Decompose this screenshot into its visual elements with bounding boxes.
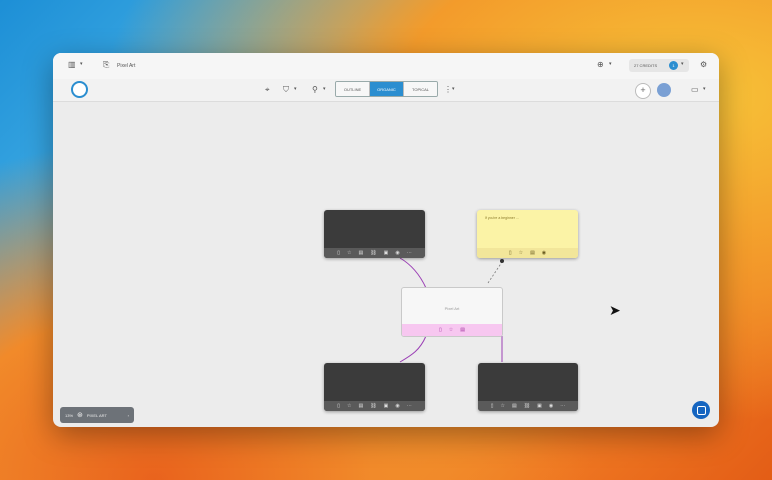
connector-top-left (399, 257, 427, 289)
star-icon[interactable]: ☆ (449, 327, 453, 333)
chevron-right-icon[interactable]: › (128, 413, 129, 418)
node-top-left[interactable]: ▯ ☆ ▤ ⛓ ▣ ◉ ⋯ (324, 210, 425, 258)
node-bottom-right[interactable]: ▯ ☆ ▤ ⛓ ▣ ◉ ⋯ (478, 363, 578, 411)
document-icon[interactable]: ▤ (359, 403, 364, 409)
image-icon[interactable]: ▣ (384, 250, 389, 256)
zoom-level[interactable]: 13% (65, 413, 73, 418)
zoom-label: PIXEL ART (86, 412, 107, 418)
document-icon[interactable]: ▤ (460, 327, 465, 333)
bookmark-icon[interactable]: ▯ (439, 327, 442, 333)
node-bottom-left[interactable]: ▯ ☆ ▤ ⛓ ▣ ◉ ⋯ (324, 363, 425, 411)
more-icon[interactable]: ⋯ (407, 250, 412, 256)
node-top-right[interactable]: If you're a beginner ... ▯ ☆ ▤ ◉ (477, 210, 578, 258)
eye-icon[interactable]: ◉ (395, 403, 399, 409)
eye-icon[interactable]: ◉ (549, 403, 553, 409)
document-icon[interactable]: ▤ (530, 250, 535, 256)
node-toolbar: ▯ ☆ ▤ ⛓ ▣ ◉ ⋯ (324, 248, 425, 258)
mouse-cursor-icon: ➤ (609, 302, 621, 318)
star-icon[interactable]: ☆ (347, 250, 351, 256)
star-icon[interactable]: ☆ (501, 403, 505, 409)
bookmark-icon[interactable]: ▯ (491, 403, 494, 409)
link-icon[interactable]: ⛓ (370, 403, 376, 409)
bookmark-icon[interactable]: ▯ (337, 250, 340, 256)
connector-note (487, 261, 503, 284)
chat-button[interactable] (692, 401, 710, 419)
image-icon[interactable]: ▣ (384, 403, 389, 409)
eye-icon[interactable]: ◉ (542, 250, 546, 256)
node-text (324, 363, 425, 373)
document-icon[interactable]: ▤ (512, 403, 517, 409)
star-icon[interactable]: ☆ (347, 403, 351, 409)
node-toolbar: ▯ ☆ ▤ ⛓ ▣ ◉ ⋯ (324, 401, 425, 411)
note-anchor (500, 259, 504, 263)
node-toolbar: ▯ ☆ ▤ ◉ (477, 248, 578, 258)
link-icon[interactable]: ⛓ (524, 403, 530, 409)
node-toolbar: ▯ ☆ ▤ (402, 324, 502, 336)
document-icon[interactable]: ▤ (359, 250, 364, 256)
link-icon[interactable]: ⛓ (370, 250, 376, 256)
zoom-bar: 13% ⊛ PIXEL ART › (60, 407, 134, 423)
more-icon[interactable]: ⋯ (407, 403, 412, 409)
eye-icon[interactable]: ◉ (395, 250, 399, 256)
bookmark-icon[interactable]: ▯ (509, 250, 512, 256)
bookmark-icon[interactable]: ▯ (337, 403, 340, 409)
target-icon[interactable]: ⊛ (77, 411, 83, 419)
star-icon[interactable]: ☆ (519, 250, 523, 256)
node-title: Pixel Art (444, 306, 460, 311)
node-text (478, 363, 578, 373)
connector-bottom-left (399, 335, 427, 363)
node-center[interactable]: Pixel Art ▯ ☆ ▤ (401, 287, 503, 337)
node-toolbar: ▯ ☆ ▤ ⛓ ▣ ◉ ⋯ (478, 401, 578, 411)
node-text: If you're a beginner ... (485, 216, 519, 220)
image-icon[interactable]: ▣ (537, 403, 542, 409)
more-icon[interactable]: ⋯ (560, 403, 565, 409)
node-text (324, 210, 425, 220)
